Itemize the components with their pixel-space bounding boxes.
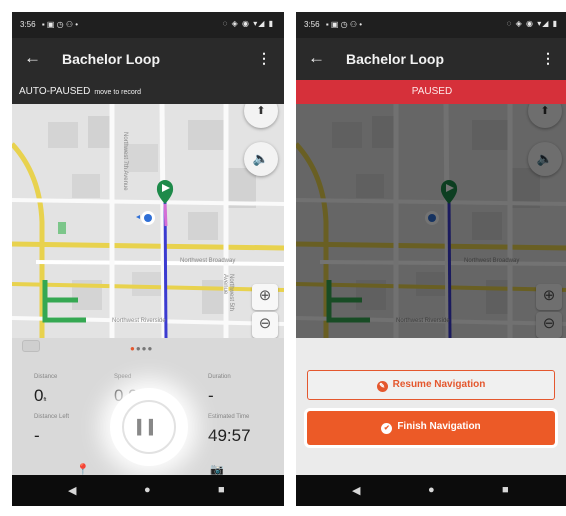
status-notification-icons: ▪ ▣ ◷ ⚇ • — [325, 20, 363, 29]
nav-home-icon[interactable]: ● — [428, 484, 435, 496]
zoom-out-icon[interactable]: ⊖ — [252, 312, 278, 338]
banner-text: AUTO-PAUSED — [19, 86, 91, 97]
estimated-time-value: 49:57 — [208, 426, 251, 445]
phone-screen-right: 3:56 ▪ ▣ ◷ ⚇ • ◌ ◈ ◉ ▾◢ ▮ ← Bachelor Loo… — [296, 12, 566, 506]
distance-value: 0ft — [34, 386, 47, 405]
check-circle-icon: ✔ — [381, 423, 393, 434]
street-label-5th: Northwest 5th Avenue — [222, 274, 234, 312]
status-time: 3:56 — [304, 20, 320, 29]
pause-button[interactable]: ▍▍ — [110, 388, 188, 466]
page-title: Bachelor Loop — [346, 51, 445, 67]
volume-icon[interactable]: 🔈 — [244, 142, 278, 176]
estimated-time-label: Estimated Time — [208, 414, 250, 420]
app-bar: ← Bachelor Loop ⋮ — [12, 38, 284, 80]
resume-navigation-button[interactable]: ✎ Resume Navigation — [307, 370, 555, 400]
system-nav-bar: ◀ ● ■ — [12, 475, 284, 506]
finish-navigation-button[interactable]: ✔ Finish Navigation — [307, 411, 555, 445]
resume-label: Resume Navigation — [392, 379, 486, 390]
map-dim-overlay — [296, 104, 566, 338]
map-view: Northwest Broadway Northwest Riverside ⬆… — [296, 104, 566, 338]
stats-panel: ●●●● Distance 0ft Speed 0.0mph Duration … — [12, 338, 284, 476]
distance-label: Distance — [34, 374, 58, 380]
street-label-broadway: Northwest Broadway — [180, 258, 236, 264]
status-bar: 3:56 ▪ ▣ ◷ ⚇ • ◌ ◈ ◉ ▾◢ ▮ — [296, 12, 566, 38]
nav-recents-icon[interactable]: ■ — [502, 484, 509, 496]
street-label-riverside: Northwest Riverside — [112, 318, 166, 324]
status-notification-icons: ▪ ▣ ◷ ⚇ • — [41, 20, 79, 29]
status-system-icons: ◌ ◈ ◉ ▾◢ ▮ — [506, 19, 558, 28]
duration-value: - — [208, 386, 214, 405]
map-canvas — [12, 104, 284, 338]
paused-action-panel — [296, 338, 566, 475]
status-bar: 3:56 ▪ ▣ ◷ ⚇ • ◌ ◈ ◉ ▾◢ ▮ — [12, 12, 284, 38]
nav-home-icon[interactable]: ● — [144, 484, 151, 496]
nav-back-icon[interactable]: ◀ — [68, 484, 76, 497]
page-indicator: ●●●● — [130, 344, 154, 353]
page-title: Bachelor Loop — [62, 51, 161, 67]
pause-icon: ▍▍ — [122, 400, 176, 454]
resume-icon: ✎ — [376, 381, 388, 392]
status-time: 3:56 — [20, 20, 36, 29]
more-vert-icon[interactable]: ⋮ — [541, 50, 555, 67]
distance-left-label: Distance Left — [34, 414, 70, 420]
app-bar: ← Bachelor Loop ⋮ — [296, 38, 566, 80]
banner-hint: move to record — [94, 89, 141, 96]
speed-label: Speed — [114, 374, 132, 380]
duration-label: Duration — [208, 374, 231, 380]
nav-back-icon[interactable]: ◀ — [352, 484, 360, 497]
stats-toggle-icon[interactable] — [22, 340, 40, 352]
system-nav-bar: ◀ ● ■ — [296, 475, 566, 506]
status-system-icons: ◌ ◈ ◉ ▾◢ ▮ — [222, 19, 274, 28]
street-label-7th: Northwest 7th Avenue — [122, 132, 128, 191]
arrow-left-icon[interactable]: ← — [308, 48, 325, 68]
phone-screen-left: 3:56 ▪ ▣ ◷ ⚇ • ◌ ◈ ◉ ▾◢ ▮ ← Bachelor Loo… — [12, 12, 284, 506]
zoom-in-icon[interactable]: ⊕ — [252, 284, 278, 310]
nav-recents-icon[interactable]: ■ — [218, 484, 225, 496]
map-view[interactable]: Northwest Broadway Northwest Riverside N… — [12, 104, 284, 338]
more-vert-icon[interactable]: ⋮ — [257, 50, 271, 67]
finish-label: Finish Navigation — [397, 421, 481, 432]
banner-text: PAUSED — [411, 86, 453, 97]
arrow-left-icon[interactable]: ← — [24, 48, 41, 68]
distance-left-value: - — [34, 426, 40, 445]
auto-paused-banner: AUTO-PAUSED move to record — [12, 80, 284, 104]
paused-banner: PAUSED — [296, 80, 566, 104]
